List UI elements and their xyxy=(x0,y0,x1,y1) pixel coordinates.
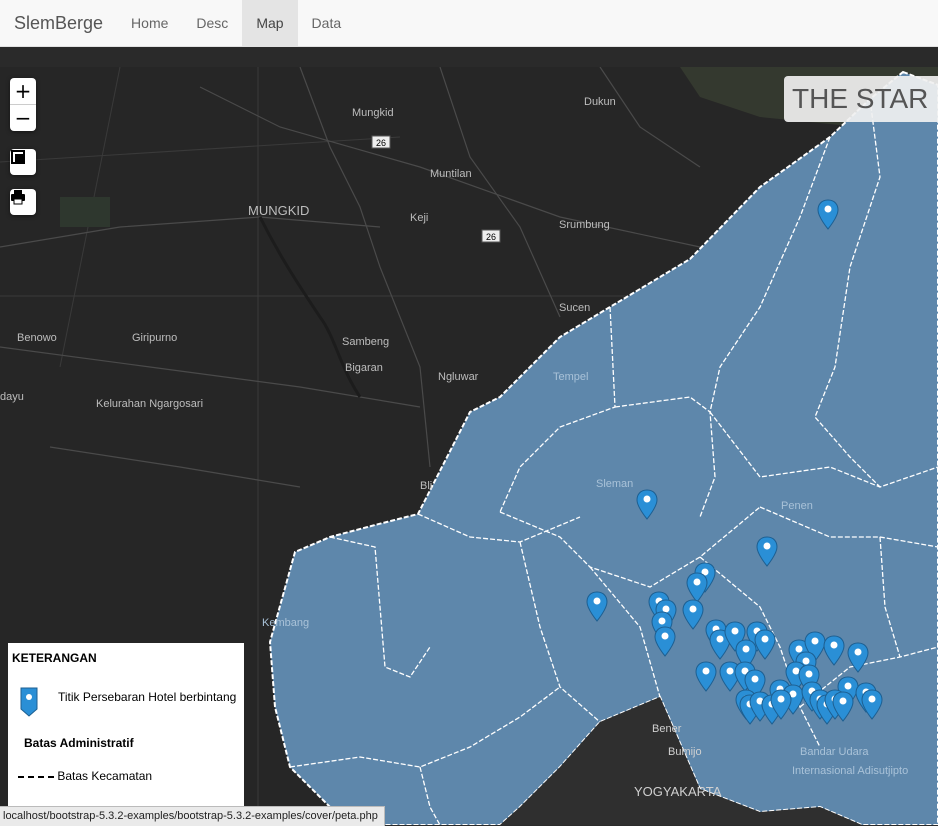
label-dayu: dayu xyxy=(0,391,24,403)
fullscreen-button[interactable] xyxy=(10,149,36,175)
label-benowo: Benowo xyxy=(17,332,57,344)
legend-dash-label: Batas Kecamatan xyxy=(57,769,153,783)
label-giripurno: Giripurno xyxy=(132,332,177,344)
label-muntilan: Muntilan xyxy=(430,168,472,180)
legend-section-title: Batas Administratif xyxy=(24,736,134,750)
label-penen: Penen xyxy=(781,500,813,512)
label-bli: Bli xyxy=(420,480,432,492)
legend-dash-row: Batas Kecamatan xyxy=(18,769,152,783)
label-sucen: Sucen xyxy=(559,302,590,314)
label-mungkid-district: MUNGKID xyxy=(248,203,309,218)
fullscreen-icon xyxy=(11,150,25,164)
status-url: localhost/bootstrap-5.3.2-examples/boots… xyxy=(0,806,385,826)
header-band xyxy=(0,47,938,67)
nav-home[interactable]: Home xyxy=(117,0,182,46)
label-bandara-2: Internasional Adisutjipto xyxy=(792,765,908,777)
label-dukun: Dukun xyxy=(584,96,616,108)
dash-line-icon xyxy=(18,775,54,778)
legend: KETERANGAN Titik Persebaran Hotel berbin… xyxy=(8,643,244,823)
label-bumijo: Bumijo xyxy=(668,746,702,758)
brand[interactable]: SlemBerge xyxy=(14,13,103,34)
label-sambeng: Sambeng xyxy=(342,336,389,348)
label-bigaran: Bigaran xyxy=(345,362,383,374)
legend-marker-label: Titik Persebaran Hotel berbintang xyxy=(58,690,237,704)
label-kembang: Kembang xyxy=(262,617,309,629)
nav-data[interactable]: Data xyxy=(298,0,356,46)
zoom-control: + − xyxy=(10,78,36,131)
label-bener: Bener xyxy=(652,723,682,735)
road-shield-2: 26 xyxy=(481,229,501,243)
map-canvas[interactable]: Mungkid Dukun Muntilan MUNGKID Keji Srum… xyxy=(0,67,938,825)
print-button[interactable] xyxy=(10,189,36,215)
zoom-in-button[interactable]: + xyxy=(10,78,36,105)
label-ngluwar: Ngluwar xyxy=(438,371,479,383)
label-keji: Keji xyxy=(410,212,428,224)
label-mungkid: Mungkid xyxy=(352,107,394,119)
svg-text:26: 26 xyxy=(486,232,496,242)
hotel-marker-icon xyxy=(20,687,38,717)
label-srumbung: Srumbung xyxy=(559,219,610,231)
road-shield-1: 26 xyxy=(371,135,391,149)
label-bandara-1: Bandar Udara xyxy=(800,746,869,758)
zoom-out-button[interactable]: − xyxy=(10,105,36,131)
navbar: SlemBerge Home Desc Map Data xyxy=(0,0,938,47)
map-title: THE STAR xyxy=(784,76,938,122)
nav-desc[interactable]: Desc xyxy=(182,0,242,46)
label-sleman: Sleman xyxy=(596,478,633,490)
legend-heading: KETERANGAN xyxy=(12,651,97,665)
label-tempel: Tempel xyxy=(553,371,588,383)
svg-text:26: 26 xyxy=(376,138,386,148)
label-ngargosari: Kelurahan Ngargosari xyxy=(96,398,203,410)
nav-map[interactable]: Map xyxy=(242,0,298,46)
green-area xyxy=(60,197,110,227)
print-icon xyxy=(11,190,25,205)
label-yogyakarta: YOGYAKARTA xyxy=(634,784,722,799)
